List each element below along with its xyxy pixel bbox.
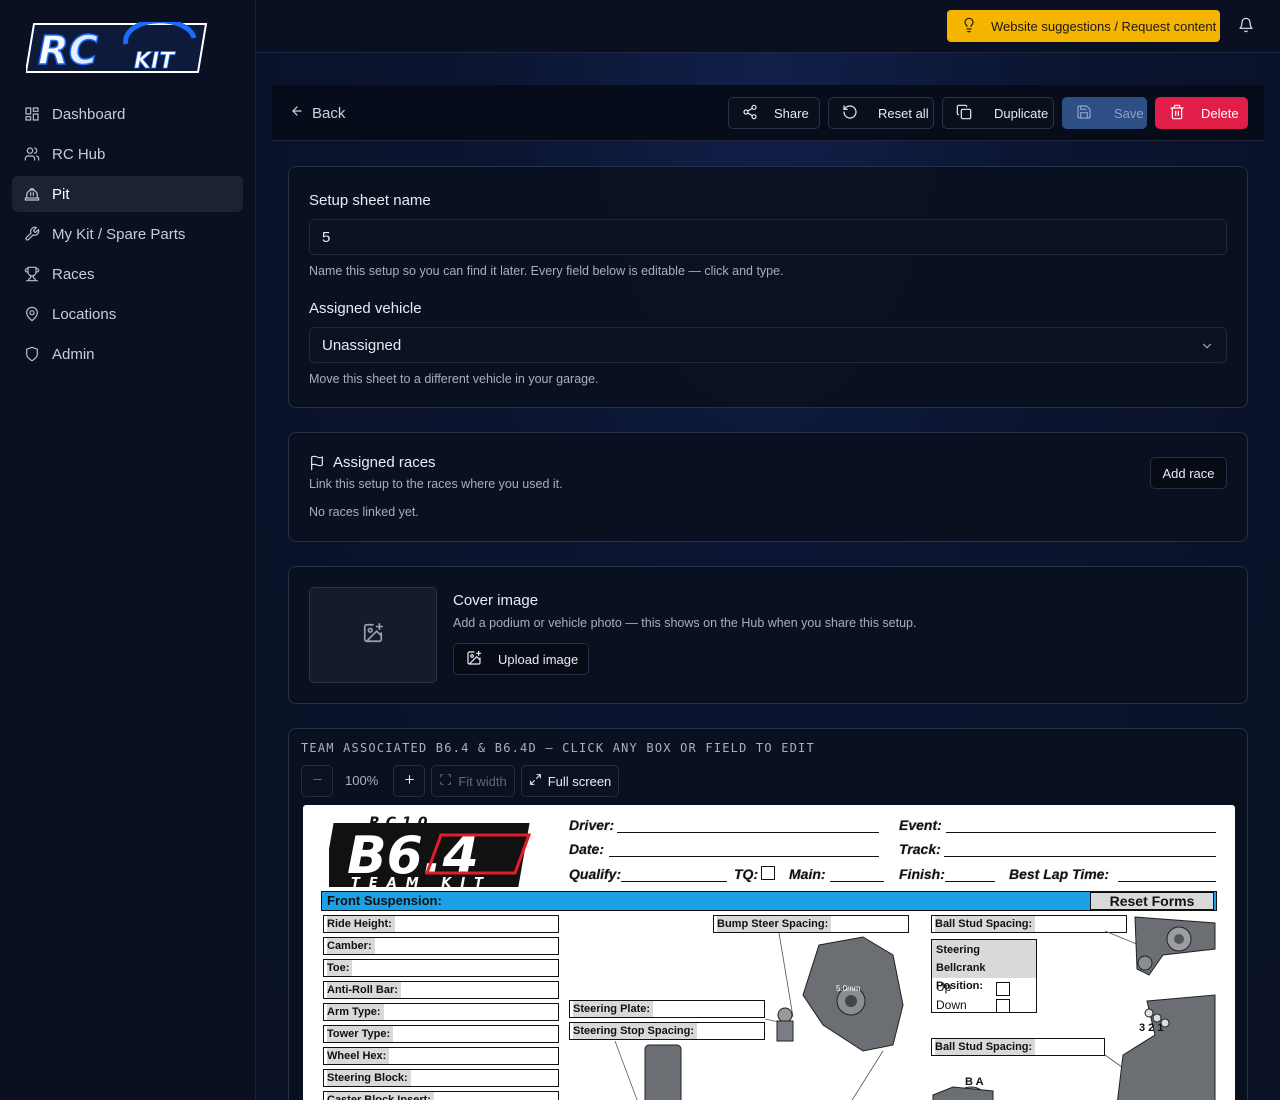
sidebar-item-label: Locations — [52, 305, 117, 323]
fit-width-label: Fit width — [458, 773, 507, 789]
assigned-races-card: Assigned races Link this setup to the ra… — [288, 432, 1248, 542]
cover-image-title: Cover image — [453, 592, 539, 609]
flag-icon — [309, 455, 325, 471]
share-label: Share — [774, 105, 809, 121]
cover-image-subtitle: Add a podium or vehicle photo — this sho… — [453, 616, 917, 630]
image-plus-icon — [362, 622, 384, 649]
image-plus-icon — [466, 650, 482, 669]
setup-name-label: Setup sheet name — [309, 192, 431, 209]
assigned-races-subtitle: Link this setup to the races where you u… — [309, 477, 563, 491]
fit-width-button[interactable]: Fit width — [431, 765, 515, 797]
zoom-in-button[interactable] — [393, 765, 425, 797]
dashboard-icon — [24, 106, 40, 122]
back-button[interactable]: Back — [290, 104, 345, 122]
assigned-vehicle-hint: Move this sheet to a different vehicle i… — [309, 372, 599, 386]
share-button[interactable]: Share — [728, 97, 820, 129]
cover-image-placeholder[interactable] — [309, 587, 437, 683]
delete-button[interactable]: Delete — [1155, 97, 1248, 129]
setup-name-input[interactable]: 5 — [309, 219, 1227, 255]
website-suggestions-label: Website suggestions / Request content — [991, 18, 1217, 34]
trash-icon — [1169, 104, 1185, 123]
cover-image-card: Cover image Add a podium or vehicle phot… — [288, 566, 1248, 704]
save-label: Save — [1114, 105, 1144, 121]
sidebar-item-label: My Kit / Spare Parts — [52, 225, 186, 243]
share-icon — [742, 104, 758, 123]
sidebar-item-label: RC Hub — [52, 145, 106, 163]
wrench-icon — [24, 226, 40, 242]
sidebar-item-races[interactable]: Races — [12, 256, 243, 292]
website-suggestions-button[interactable]: Website suggestions / Request content — [947, 10, 1220, 42]
sidebar: RC KIT Dashboard RC Hub Pit My Kit / Spa… — [0, 0, 256, 1100]
zoom-level: 100% — [345, 773, 379, 788]
duplicate-label: Duplicate — [994, 105, 1049, 121]
sidebar-item-locations[interactable]: Locations — [12, 296, 243, 332]
back-label: Back — [312, 104, 346, 122]
svg-text:5.0mm: 5.0mm — [836, 984, 861, 993]
sidebar-item-label: Admin — [52, 345, 95, 363]
arrow-left-icon — [290, 104, 304, 122]
rotate-ccw-icon — [842, 104, 858, 123]
sidebar-item-label: Dashboard — [52, 105, 126, 123]
minus-icon — [311, 773, 324, 789]
assigned-races-empty: No races linked yet. — [309, 505, 419, 519]
main-content: Back Share Reset all Duplicate Save Dele… — [256, 53, 1280, 1100]
assigned-vehicle-label: Assigned vehicle — [309, 300, 422, 317]
svg-text:RC: RC — [38, 28, 98, 74]
sidebar-item-rc-hub[interactable]: RC Hub — [12, 136, 243, 172]
shield-icon — [24, 346, 40, 362]
scan-icon — [439, 773, 452, 789]
rc-kit-logo[interactable]: RC KIT — [24, 18, 208, 75]
plus-icon — [403, 773, 416, 789]
expand-icon — [529, 773, 542, 789]
trophy-icon — [24, 266, 40, 282]
upload-image-button[interactable]: Upload image — [453, 643, 589, 675]
assigned-vehicle-select[interactable]: Unassigned — [309, 327, 1227, 363]
assigned-vehicle-value: Unassigned — [322, 336, 402, 354]
setup-name-hint: Name this setup so you can find it later… — [309, 264, 784, 278]
sidebar-item-my-kit[interactable]: My Kit / Spare Parts — [12, 216, 243, 252]
delete-label: Delete — [1201, 105, 1239, 121]
sidebar-item-admin[interactable]: Admin — [12, 336, 243, 372]
bell-icon[interactable] — [1238, 17, 1254, 33]
users-icon — [24, 146, 40, 162]
assigned-races-title: Assigned races — [333, 454, 436, 471]
setup-details-card: Setup sheet name 5 Name this setup so yo… — [288, 166, 1248, 408]
upload-image-label: Upload image — [498, 651, 579, 667]
sidebar-item-pit[interactable]: Pit — [12, 176, 243, 212]
map-pin-icon — [24, 306, 40, 322]
sidebar-item-label: Pit — [52, 185, 70, 203]
duplicate-button[interactable]: Duplicate — [942, 97, 1054, 129]
setup-sheet-title: TEAM ASSOCIATED B6.4 & B6.4D — CLICK ANY… — [301, 741, 815, 755]
copy-icon — [956, 104, 972, 123]
setup-sheet-card: TEAM ASSOCIATED B6.4 & B6.4D — CLICK ANY… — [288, 728, 1248, 1100]
svg-text:B A: B A — [965, 1076, 984, 1088]
sidebar-nav: Dashboard RC Hub Pit My Kit / Spare Part… — [12, 96, 243, 376]
chevron-down-icon — [1200, 339, 1214, 353]
svg-text:3 2 1: 3 2 1 — [1139, 1022, 1163, 1034]
zoom-out-button[interactable] — [301, 765, 333, 797]
suspension-parts-diagram: 5.0mm 3 2 1 B A — [614, 916, 1216, 1100]
save-icon — [1076, 104, 1092, 123]
lightbulb-icon — [961, 17, 977, 36]
svg-text:KIT: KIT — [134, 49, 176, 74]
top-bar: Website suggestions / Request content — [256, 0, 1280, 53]
sidebar-item-label: Races — [52, 265, 95, 283]
setup-sheet-document: RC10 B6.4 TEAM KIT Driver: Date: Qualify… — [303, 805, 1235, 1100]
full-screen-label: Full screen — [547, 773, 612, 789]
reset-all-button[interactable]: Reset all — [828, 97, 934, 129]
sidebar-item-dashboard[interactable]: Dashboard — [12, 96, 243, 132]
reset-all-label: Reset all — [878, 105, 929, 121]
save-button[interactable]: Save — [1062, 97, 1147, 129]
hardhat-icon — [24, 186, 40, 202]
editor-toolbar: Back Share Reset all Duplicate Save Dele… — [272, 85, 1264, 141]
add-race-button[interactable]: Add race — [1150, 457, 1227, 489]
full-screen-button[interactable]: Full screen — [521, 765, 619, 797]
